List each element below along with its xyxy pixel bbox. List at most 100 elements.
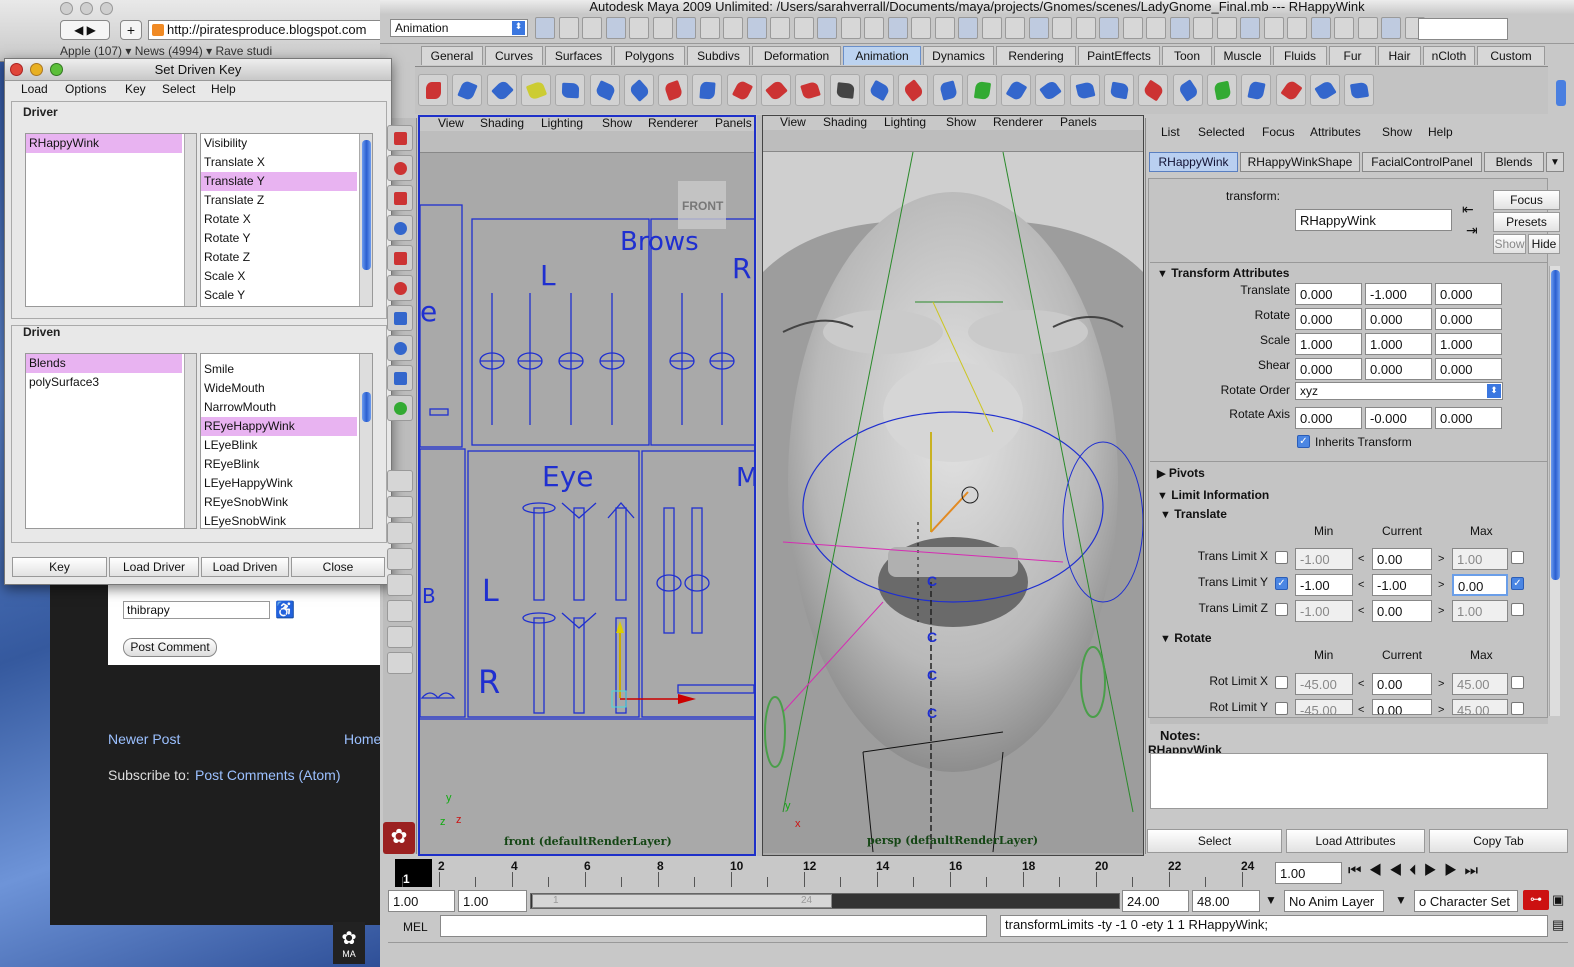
goto-output-icon[interactable]: ⇥ (1466, 222, 1478, 239)
auto-key-icon[interactable]: ⊶ (1523, 890, 1549, 910)
sdk-menu-load[interactable]: Load (21, 82, 48, 96)
driven-object-list[interactable]: Blends polySurface3 (25, 353, 197, 529)
current-value-field[interactable]: 0.00 (1372, 699, 1432, 715)
list-item[interactable]: Rotate Z (201, 248, 357, 267)
min-limit-checkbox[interactable] (1275, 676, 1288, 689)
sdk-menu-select[interactable]: Select (162, 82, 195, 96)
menu-set-dropdown[interactable]: Animation ⬍ (390, 19, 528, 37)
scale-z-field[interactable]: 1.000 (1435, 333, 1502, 355)
shelf-tab-dynamics[interactable]: Dynamics (923, 46, 994, 65)
tool-icon[interactable] (387, 185, 413, 211)
status-line-icon[interactable] (864, 17, 884, 39)
rotate_axis-z-field[interactable]: 0.000 (1435, 407, 1502, 429)
mel-label[interactable]: MEL (403, 920, 428, 934)
status-line-icon[interactable] (699, 17, 720, 39)
shelf-tab-ncloth[interactable]: nCloth (1423, 46, 1475, 65)
max-limit-field[interactable]: 0.00 (1452, 574, 1508, 596)
shear-y-field[interactable]: 0.000 (1365, 358, 1432, 380)
current-value-field[interactable]: -1.00 (1372, 574, 1432, 596)
status-line-icon[interactable] (652, 17, 673, 39)
status-line-icon[interactable] (1193, 17, 1213, 39)
list-item[interactable]: polySurface3 (26, 373, 182, 392)
max-limit-field[interactable]: 1.00 (1452, 600, 1508, 622)
list-item[interactable]: LEyeBlink (201, 436, 357, 455)
list-item[interactable]: Smile (201, 360, 357, 379)
status-line-icon[interactable] (934, 17, 955, 39)
subscribe-link[interactable]: Post Comments (Atom) (195, 767, 340, 783)
persp-menu-shading[interactable]: Shading (823, 116, 867, 129)
command-input[interactable] (440, 915, 987, 937)
front-menu-renderer[interactable]: Renderer (648, 117, 698, 130)
ae-tab-2[interactable]: FacialControlPanel (1362, 152, 1482, 172)
list-item[interactable]: Rotate X (201, 210, 357, 229)
driver-object-list[interactable]: RHappyWink (25, 133, 197, 307)
character-set-field[interactable]: o Character Set (1414, 890, 1518, 912)
min-limit-field[interactable]: -45.00 (1295, 673, 1353, 695)
shelf-tab-hair[interactable]: Hair (1378, 46, 1421, 65)
tool-icon[interactable] (387, 125, 413, 151)
front-menu-shading[interactable]: Shading (480, 117, 524, 130)
layout-icon[interactable] (387, 548, 413, 570)
min-limit-field[interactable]: -1.00 (1295, 600, 1353, 622)
driven-attribute-list[interactable]: Smile WideMouth NarrowMouth REyeHappyWink LE… (200, 353, 373, 529)
set-min-arrow-icon[interactable]: < (1358, 579, 1364, 591)
persp-menu-view[interactable]: View (780, 116, 806, 129)
tool-icon[interactable] (387, 275, 413, 301)
sdk-menu-options[interactable]: Options (65, 82, 106, 96)
scrollbar-thumb[interactable] (362, 140, 371, 270)
list-item[interactable]: WideMouth (201, 379, 357, 398)
persp-menu-lighting[interactable]: Lighting (884, 116, 926, 129)
browser-minimize-button[interactable] (80, 2, 93, 15)
set-min-arrow-icon[interactable]: < (1358, 553, 1364, 565)
layout-icon[interactable] (387, 470, 413, 492)
status-line-icon[interactable] (1240, 17, 1260, 39)
list-item[interactable]: Rotate Y (201, 229, 357, 248)
front-menu-show[interactable]: Show (602, 117, 632, 130)
translate-z-field[interactable]: 0.000 (1435, 283, 1502, 305)
focus-button[interactable]: Focus (1493, 190, 1560, 210)
limit-information-header[interactable]: ▼ Limit Information (1157, 488, 1269, 502)
min-limit-field[interactable]: -1.00 (1295, 548, 1353, 570)
translate-y-field[interactable]: -1.000 (1365, 283, 1432, 305)
select-button[interactable]: Select (1147, 829, 1282, 853)
shelf-tab-general[interactable]: General (421, 46, 483, 65)
shelf-tool-icon[interactable] (555, 74, 586, 106)
driven-object-scrollbar[interactable] (184, 354, 196, 528)
range-slider-bar[interactable]: 1 24 (532, 894, 832, 908)
hide-button[interactable]: Hide (1528, 234, 1560, 254)
max-limit-field[interactable]: 45.00 (1452, 673, 1508, 695)
driver-attribute-scrollbar[interactable] (359, 134, 372, 306)
status-line-icon[interactable] (535, 17, 555, 39)
translate-x-field[interactable]: 0.000 (1295, 283, 1362, 305)
ae-menu-help[interactable]: Help (1428, 125, 1453, 139)
anim-layer-field[interactable]: No Anim Layer (1284, 890, 1384, 912)
status-line-icon[interactable] (1310, 17, 1331, 39)
status-line-icon[interactable] (840, 17, 861, 39)
status-line-icon[interactable] (1099, 17, 1119, 39)
rotate-y-field[interactable]: 0.000 (1365, 308, 1432, 330)
shelf-tool-icon[interactable] (966, 74, 997, 106)
copy-tab-button[interactable]: Copy Tab (1429, 829, 1568, 853)
shelf-tab-fur[interactable]: Fur (1329, 46, 1376, 65)
time-slider[interactable] (390, 857, 1270, 889)
max-limit-checkbox[interactable] (1511, 603, 1524, 616)
shelf-tool-icon[interactable] (898, 74, 929, 106)
status-line-icon[interactable] (981, 17, 1002, 39)
layout-icon[interactable] (387, 574, 413, 596)
persp-panel-toolbar[interactable] (763, 130, 1143, 152)
status-line-icon[interactable] (1075, 17, 1096, 39)
set-max-arrow-icon[interactable]: > (1438, 678, 1444, 690)
shelf-tool-icon[interactable] (795, 74, 826, 106)
ae-tab-3[interactable]: Blends (1484, 152, 1544, 172)
shelf-tool-icon[interactable] (829, 74, 860, 106)
driven-attribute-scrollbar[interactable] (359, 354, 372, 528)
shelf-tool-icon[interactable] (692, 74, 723, 106)
ae-tab-0[interactable]: RHappyWink (1149, 152, 1238, 172)
shelf-tool-icon[interactable] (1104, 74, 1134, 106)
list-item[interactable]: Scale Y (201, 286, 357, 305)
shelf-tool-icon[interactable] (1241, 74, 1272, 106)
list-item[interactable]: Translate Z (201, 191, 357, 210)
shelf-tool-icon[interactable] (726, 74, 757, 106)
status-line-icon[interactable] (1357, 17, 1378, 39)
load-driven-button[interactable]: Load Driven (201, 557, 289, 577)
